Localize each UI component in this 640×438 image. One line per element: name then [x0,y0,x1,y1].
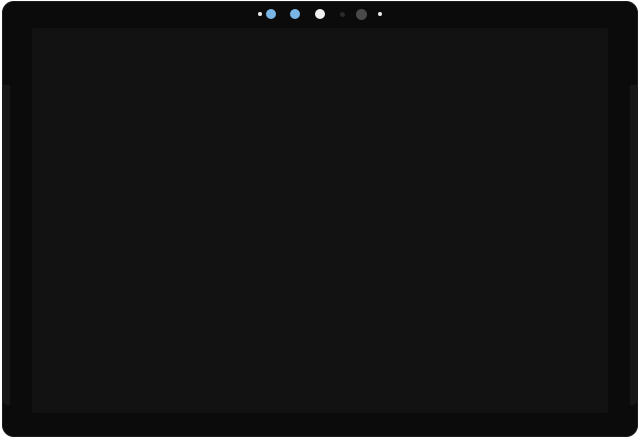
tablet-screen [32,28,608,413]
proximity-sensor-icon [340,12,345,17]
page [0,0,640,438]
ir-sensor-icon [290,9,300,19]
left-edge [2,85,10,405]
right-edge [630,85,638,405]
indicator-light-icon [378,12,382,16]
ambient-light-sensor-icon [258,12,262,16]
depth-camera-icon [356,9,367,20]
front-camera-icon [315,9,325,19]
tablet-device [2,1,638,437]
ir-sensor-icon [266,9,276,19]
